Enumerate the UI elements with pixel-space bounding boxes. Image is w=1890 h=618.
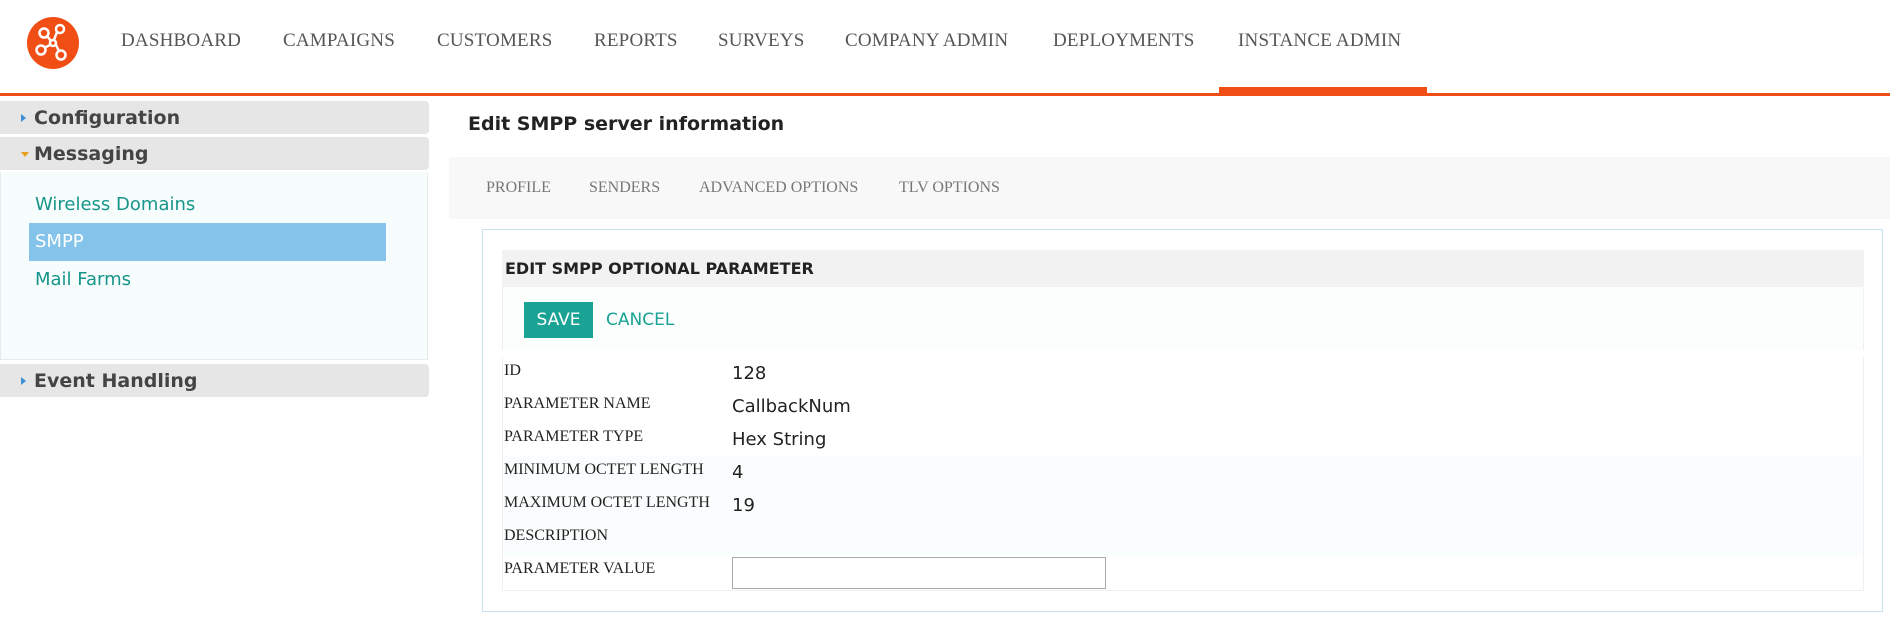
field-label: MINIMUM OCTET LENGTH (504, 461, 704, 478)
field-row-id: ID 128 (503, 357, 1863, 390)
sidebar-section-event-handling[interactable]: Event Handling (0, 364, 429, 397)
nav-customers[interactable]: CUSTOMERS (437, 30, 553, 52)
field-label: PARAMETER NAME (504, 395, 651, 412)
field-label: ID (504, 362, 521, 379)
caret-down-icon (21, 152, 29, 157)
sidebar-section-label: Messaging (34, 143, 149, 165)
network-nodes-icon[interactable] (27, 17, 79, 69)
field-row-parameter-name: PARAMETER NAME CallbackNum (503, 390, 1863, 423)
active-nav-indicator (1219, 87, 1427, 96)
field-value: Hex String (732, 429, 827, 450)
field-value: 4 (732, 462, 744, 483)
panel-title: EDIT SMPP OPTIONAL PARAMETER (505, 259, 814, 278)
nav-dashboard[interactable]: DASHBOARD (121, 30, 241, 52)
cancel-button[interactable]: CANCEL (606, 302, 674, 338)
parameter-fields: ID 128 PARAMETER NAME CallbackNum PARAME… (502, 357, 1864, 591)
panel-header: EDIT SMPP OPTIONAL PARAMETER (502, 250, 1864, 287)
sidebar-item-mail-farms[interactable]: Mail Farms (29, 261, 386, 299)
field-row-minimum-octet-length: MINIMUM OCTET LENGTH 4 (503, 456, 1863, 489)
messaging-submenu: Wireless Domains SMPP Mail Farms (0, 172, 428, 360)
sidebar-section-configuration[interactable]: Configuration (0, 101, 429, 134)
field-label: MAXIMUM OCTET LENGTH (504, 494, 710, 511)
tab-profile[interactable]: PROFILE (486, 179, 551, 197)
caret-right-icon (21, 114, 26, 122)
nav-campaigns[interactable]: CAMPAIGNS (283, 30, 395, 52)
nav-company-admin[interactable]: COMPANY ADMIN (845, 30, 1008, 52)
parameter-value-input[interactable] (732, 557, 1106, 589)
tab-senders[interactable]: SENDERS (589, 179, 660, 197)
page-title: Edit SMPP server information (468, 113, 785, 135)
edit-parameter-panel: EDIT SMPP OPTIONAL PARAMETER SAVE CANCEL… (482, 229, 1883, 612)
field-label: PARAMETER TYPE (504, 428, 644, 445)
nav-instance-admin[interactable]: INSTANCE ADMIN (1238, 30, 1401, 52)
nav-surveys[interactable]: SURVEYS (718, 30, 804, 52)
sidebar-section-messaging[interactable]: Messaging (0, 137, 429, 170)
nav-reports[interactable]: REPORTS (594, 30, 678, 52)
sidebar: Configuration Messaging Wireless Domains… (0, 96, 430, 618)
tab-advanced-options[interactable]: ADVANCED OPTIONS (699, 179, 858, 197)
sidebar-item-wireless-domains[interactable]: Wireless Domains (29, 186, 386, 224)
field-row-description: DESCRIPTION (503, 522, 1863, 555)
field-label: PARAMETER VALUE (504, 560, 656, 577)
caret-right-icon (21, 377, 26, 385)
field-label: DESCRIPTION (504, 527, 609, 544)
top-navigation-bar: DASHBOARD CAMPAIGNS CUSTOMERS REPORTS SU… (0, 0, 1890, 96)
field-row-parameter-value: PARAMETER VALUE (503, 555, 1863, 589)
field-row-maximum-octet-length: MAXIMUM OCTET LENGTH 19 (503, 489, 1863, 522)
nav-deployments[interactable]: DEPLOYMENTS (1053, 30, 1195, 52)
field-row-parameter-type: PARAMETER TYPE Hex String (503, 423, 1863, 456)
field-value: 19 (732, 495, 755, 516)
field-value: 128 (732, 363, 767, 384)
sidebar-section-label: Event Handling (34, 370, 198, 392)
save-button[interactable]: SAVE (524, 302, 593, 338)
tab-tlv-options[interactable]: TLV OPTIONS (899, 179, 1000, 197)
sidebar-section-label: Configuration (34, 107, 181, 129)
form-actions: SAVE CANCEL (502, 287, 1864, 350)
tab-bar: PROFILE SENDERS ADVANCED OPTIONS TLV OPT… (449, 157, 1890, 219)
sidebar-item-smpp[interactable]: SMPP (29, 223, 386, 261)
field-value: CallbackNum (732, 396, 851, 417)
